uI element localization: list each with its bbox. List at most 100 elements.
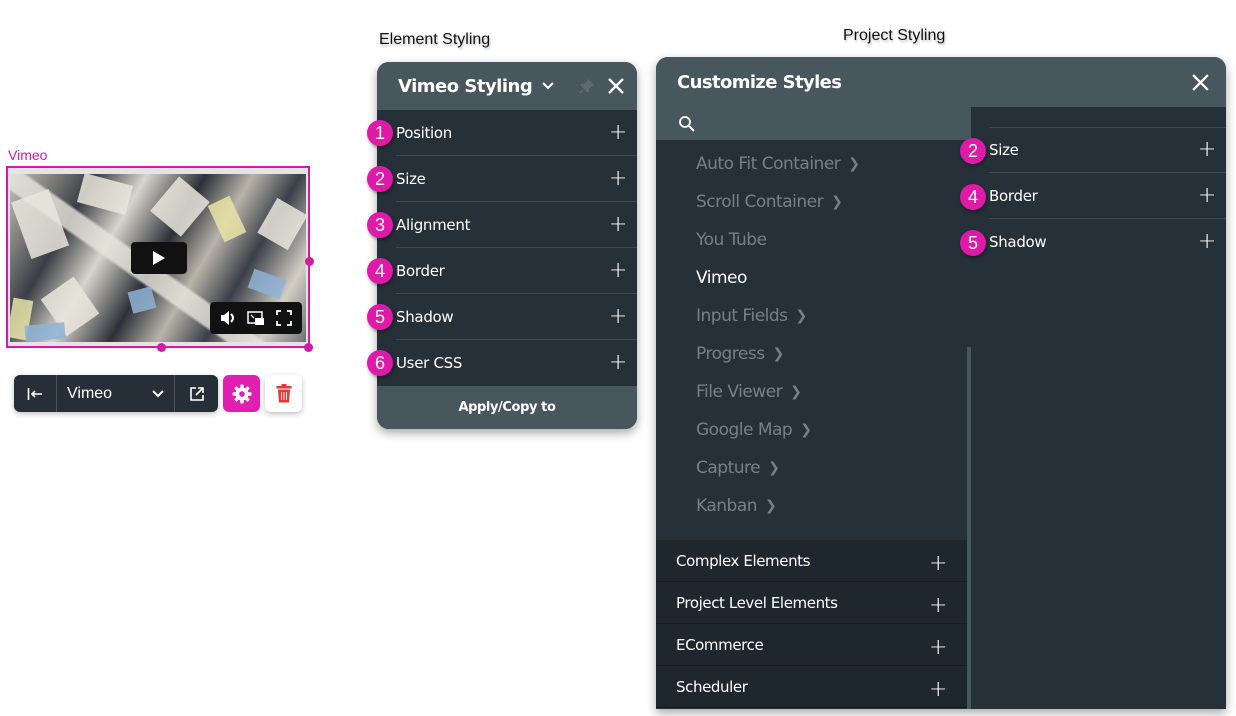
vimeo-element-label: Vimeo [8,147,48,163]
pin-icon[interactable] [579,78,595,94]
collapse-left-icon [27,387,42,400]
select-parent-button[interactable] [14,375,57,412]
chevron-right-icon: ❯ [800,422,812,438]
style-section-size[interactable]: Size + [396,156,637,202]
nav-item-you-tube[interactable]: You Tube [656,221,971,259]
expand-plus-icon[interactable]: + [929,678,947,701]
close-icon[interactable] [607,77,625,95]
play-button[interactable] [131,242,187,274]
settings-button[interactable] [223,375,260,412]
section-label: Border [396,261,445,280]
apply-copy-button[interactable]: Apply/Copy to [377,386,637,429]
group-project-level-elements[interactable]: Project Level Elements + [656,582,967,624]
style-section-shadow[interactable]: Shadow + [396,294,637,340]
expand-plus-icon[interactable]: + [1198,138,1216,161]
property-label: Border [989,186,1038,205]
gear-icon [232,384,251,403]
callout-badge: 4 [960,184,986,210]
property-size[interactable]: Size + [989,127,1226,173]
property-shadow[interactable]: Shadow + [989,219,1226,265]
expand-plus-icon[interactable]: + [929,636,947,659]
open-external-button[interactable] [175,375,218,412]
resize-handle-bottom[interactable] [157,343,166,352]
resize-handle-right[interactable] [305,257,314,266]
chevron-right-icon: ❯ [795,308,808,324]
callout-badge: 3 [367,212,393,238]
element-styling-caption: Element Styling [379,31,491,48]
vimeo-element-selection[interactable] [6,166,310,348]
resize-handle-corner[interactable] [304,343,313,352]
expand-plus-icon[interactable]: + [1198,231,1216,253]
nav-item-label: You Tube [696,230,767,250]
style-search-input[interactable] [656,107,971,140]
customize-styles-header: Customize Styles [656,57,1226,107]
trash-icon [276,384,291,403]
nav-item-label: File Viewer [696,382,783,402]
callout-badge: 2 [367,166,393,192]
expand-plus-icon[interactable]: + [609,167,627,190]
selected-element-label: Vimeo [67,384,113,402]
expand-plus-icon[interactable]: + [609,259,627,282]
nav-item-label: Google Map [696,420,793,440]
expand-plus-icon[interactable]: + [609,121,627,144]
style-section-position[interactable]: Position + [396,110,637,156]
video-control-bar [210,302,302,334]
property-border[interactable]: Border + [989,173,1226,219]
callout-badge: 2 [960,138,986,164]
style-section-border[interactable]: Border + [396,248,637,294]
section-label: Alignment [396,215,471,234]
nav-item-auto-fit-container[interactable]: Auto Fit Container ❯ [656,145,971,183]
style-section-alignment[interactable]: Alignment + [396,202,637,248]
nav-item-file-viewer[interactable]: File Viewer ❯ [656,373,971,411]
picture-in-picture-icon[interactable] [247,309,265,327]
chevron-down-icon[interactable] [542,82,554,90]
search-icon [679,115,695,132]
callout-badge: 5 [960,230,986,256]
fullscreen-icon[interactable] [275,309,293,327]
expand-plus-icon[interactable]: + [929,594,947,617]
category-nav-list: Auto Fit Container ❯ Scroll Container ❯ Yo… [656,140,971,525]
group-label: Scheduler [676,677,748,696]
category-groups: Complex Elements + Project Level Elements… [656,540,967,708]
nav-item-kanban[interactable]: Kanban ❯ [656,487,971,525]
element-select-dropdown[interactable]: Vimeo [57,375,175,412]
nav-item-capture[interactable]: Capture ❯ [656,449,971,487]
close-icon[interactable] [1191,73,1210,92]
chevron-right-icon: ❯ [768,460,780,476]
expand-plus-icon[interactable]: + [609,213,627,236]
element-styling-title[interactable]: Vimeo Styling [398,76,533,97]
callout-badge: 6 [367,350,393,376]
sidebar-scrollbar[interactable] [967,347,971,709]
property-label: Shadow [989,233,1047,251]
nav-item-label: Auto Fit Container [696,154,841,174]
customize-styles-panel: Customize Styles Auto Fit Container ❯ Scr… [656,57,1226,709]
section-label: Size [396,169,426,188]
nav-item-vimeo[interactable]: Vimeo [656,259,971,297]
nav-item-label: Capture [696,458,761,478]
vimeo-video-thumbnail[interactable] [10,174,306,342]
project-styling-caption: Project Styling [843,27,946,44]
element-styling-header: Vimeo Styling [377,62,637,110]
nav-item-google-map[interactable]: Google Map ❯ [656,411,971,449]
group-complex-elements[interactable]: Complex Elements + [656,540,967,582]
volume-icon[interactable] [219,309,237,327]
element-styling-panel: Vimeo Styling Position + Size + Alignment +… [377,62,637,429]
expand-plus-icon[interactable]: + [609,352,627,374]
nav-item-scroll-container[interactable]: Scroll Container ❯ [656,183,971,221]
delete-button[interactable] [265,375,302,412]
customize-styles-title: Customize Styles [677,71,842,93]
expand-plus-icon[interactable]: + [1198,184,1216,207]
style-section-user-css[interactable]: User CSS + [396,340,637,386]
group-scheduler[interactable]: Scheduler + [656,666,967,708]
expand-plus-icon[interactable]: + [929,552,947,575]
chevron-right-icon: ❯ [765,498,777,514]
chevron-right-icon: ❯ [790,384,802,400]
section-label: Position [396,123,453,142]
nav-item-input-fields[interactable]: Input Fields ❯ [656,297,971,335]
group-ecommerce[interactable]: ECommerce + [656,624,967,666]
section-label: Shadow [396,307,454,326]
chevron-right-icon: ❯ [848,156,860,172]
expand-plus-icon[interactable]: + [609,305,627,328]
nav-item-progress[interactable]: Progress ❯ [656,335,971,373]
chevron-right-icon: ❯ [831,194,843,210]
